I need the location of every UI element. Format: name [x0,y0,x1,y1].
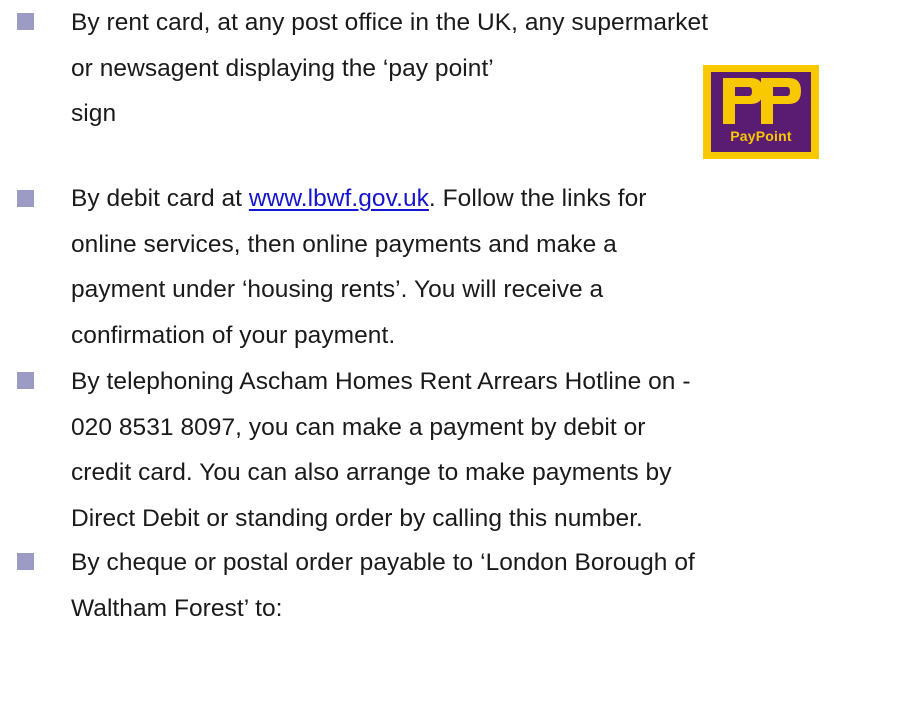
text-line: online services, then online payments an… [71,230,617,258]
text-fragment: . Follow the links for [428,185,647,212]
paypoint-logo-panel: PayPoint [711,72,811,152]
bullet-square-icon [17,553,34,570]
text-line: payment under ‘housing rents’. You will … [71,276,604,303]
list-item-text: By telephoning Ascham Homes Rent Arrears… [71,359,901,541]
document-page: By rent card, at any post office in the … [0,0,906,724]
text-fragment: By debit card at [71,185,249,212]
text-line: By telephoning Ascham Homes Rent Arrears… [71,368,691,395]
text-line: By cheque or postal order payable to ‘Lo… [71,549,695,576]
text-line: credit card. You can also arrange to mak… [71,459,672,486]
paypoint-logo-text: PayPoint [730,128,792,144]
list-item-text: By cheque or postal order payable to ‘Lo… [71,540,901,631]
bullet-square-icon [17,372,34,389]
bullet-square-icon [17,190,34,207]
website-link[interactable]: www.lbwf.gov.uk [249,185,429,212]
text-line: By rent card, at any post office in the … [71,9,709,36]
text-line: 020 8531 8097, you can make a payment by… [71,413,646,441]
text-line: By debit card at www.lbwf.gov.uk. Follow… [71,176,901,222]
text-line: Direct Debit or standing order by callin… [71,504,643,532]
list-item-text: By debit card at www.lbwf.gov.uk. Follow… [71,176,901,358]
text-line: Waltham Forest’ to: [71,594,283,622]
bullet-square-icon [17,13,34,30]
paypoint-logo: PayPoint [703,65,819,159]
text-line: confirmation of your payment. [71,321,396,349]
